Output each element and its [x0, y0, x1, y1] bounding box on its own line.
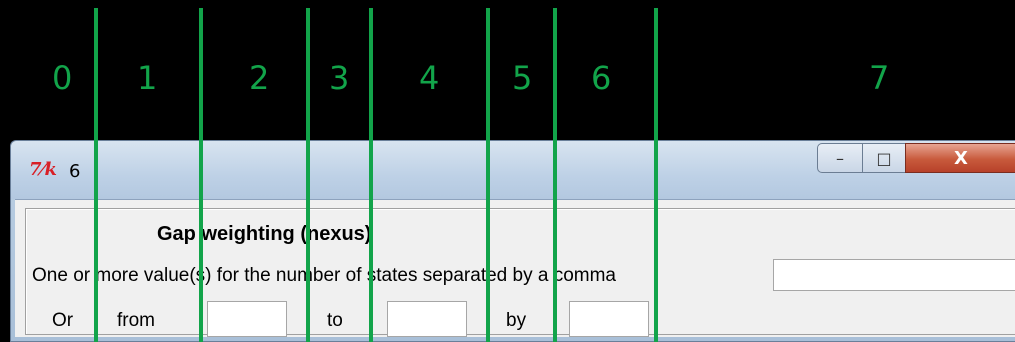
column-divider-line — [369, 8, 373, 342]
column-number-6: 6 — [591, 59, 612, 97]
or-label: Or — [52, 310, 74, 331]
column-number-0: 0 — [52, 59, 73, 97]
form-heading: Gap weighting (nexus) — [157, 223, 372, 245]
column-divider-line — [94, 8, 98, 342]
form-frame: Gap weighting (nexus) One or more value(… — [25, 208, 1015, 337]
close-button[interactable]: X — [905, 143, 1015, 173]
dialog-window: 7⁄k 6 – □ X Gap weighting (nexus) One or… — [10, 140, 1015, 342]
close-icon: X — [954, 147, 968, 169]
maximize-button[interactable]: □ — [862, 143, 906, 173]
by-label: by — [506, 310, 527, 331]
column-divider-line — [199, 8, 203, 342]
column-number-1: 1 — [137, 59, 158, 97]
column-number-5: 5 — [512, 59, 533, 97]
window-client-area: Gap weighting (nexus) One or more value(… — [15, 199, 1015, 337]
column-divider-line — [306, 8, 310, 342]
minimize-button[interactable]: – — [817, 143, 863, 173]
column-number-2: 2 — [249, 59, 270, 97]
column-divider-line — [553, 8, 557, 342]
to-label: to — [327, 310, 343, 331]
minimize-icon: – — [836, 148, 844, 168]
to-input[interactable] — [387, 301, 467, 337]
window-title: 6 — [69, 161, 81, 182]
title-bar[interactable]: 7⁄k 6 – □ X — [11, 141, 1015, 199]
column-divider-line — [654, 8, 658, 342]
column-number-3: 3 — [329, 59, 350, 97]
column-number-7: 7 — [869, 59, 890, 97]
from-input[interactable] — [207, 301, 287, 337]
column-divider-line — [486, 8, 490, 342]
column-number-4: 4 — [419, 59, 440, 97]
maximize-icon: □ — [876, 148, 892, 168]
tk-feather-icon: 7⁄k — [29, 159, 58, 180]
by-input[interactable] — [569, 301, 649, 337]
from-label: from — [117, 310, 155, 331]
values-input[interactable] — [773, 259, 1015, 291]
values-label: One or more value(s) for the number of s… — [32, 265, 616, 286]
